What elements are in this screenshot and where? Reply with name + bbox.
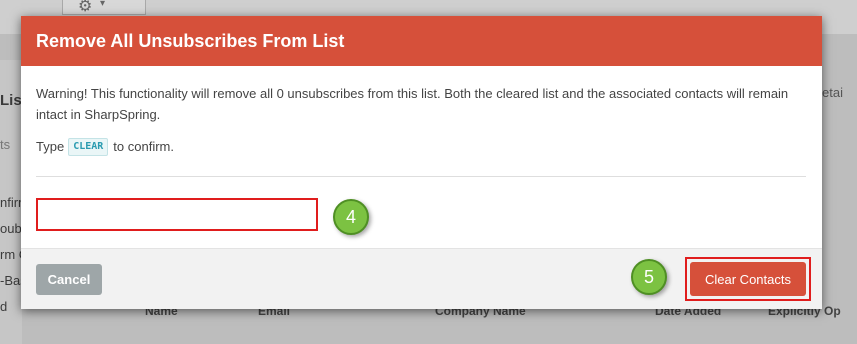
confirm-suffix: to confirm. [113,139,174,154]
cancel-button[interactable]: Cancel [36,264,102,295]
modal-footer: Cancel Clear Contacts [21,248,822,309]
background-detail-text: etai [822,85,843,100]
gear-icon: ⚙ [78,0,93,15]
modal-divider [36,176,806,177]
chevron-down-icon: ▾ [100,0,106,9]
confirm-prefix: Type [36,139,65,154]
modal-header: Remove All Unsubscribes From List [21,16,822,66]
confirm-instruction: Type CLEAR to confirm. [36,138,807,156]
background-sidebar-text: d [0,299,8,314]
remove-unsubscribes-modal: Remove All Unsubscribes From List Warnin… [21,16,822,309]
modal-body: Warning! This functionality will remove … [21,66,822,156]
step-badge-4: 4 [333,199,369,235]
confirm-code-badge: CLEAR [68,138,109,156]
clear-contacts-button[interactable]: Clear Contacts [690,262,806,296]
step-badge-5: 5 [631,259,667,295]
confirm-input[interactable] [36,198,318,231]
modal-title: Remove All Unsubscribes From List [36,30,345,51]
background-search-text: ts [0,137,11,152]
warning-text: Warning! This functionality will remove … [36,86,789,122]
